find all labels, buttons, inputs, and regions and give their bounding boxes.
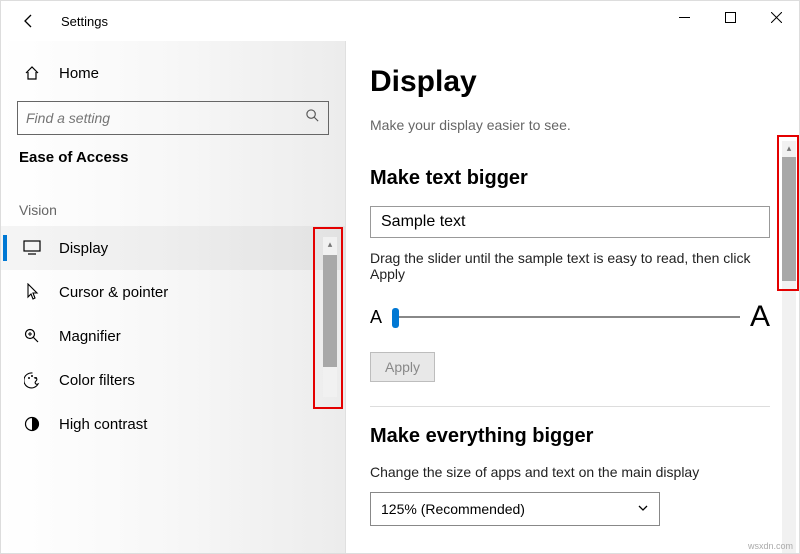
slider-instruction: Drag the slider until the sample text is… [370, 250, 770, 282]
annotation-sidebar-scrollbar [313, 227, 343, 409]
home-label: Home [59, 65, 99, 82]
sidebar-item-label: Cursor & pointer [59, 284, 168, 301]
sidebar-item-label: Display [59, 240, 108, 257]
section-title-everything-bigger: Make everything bigger [370, 425, 771, 448]
apply-button[interactable]: Apply [370, 352, 435, 382]
sidebar-item-magnifier[interactable]: Magnifier [1, 314, 345, 358]
home-icon [21, 65, 43, 81]
monitor-icon [21, 240, 43, 256]
slider-label-small: A [370, 307, 382, 328]
main-content: Display Make your display easier to see.… [346, 41, 799, 553]
close-button[interactable] [753, 1, 799, 33]
sidebar-item-label: Magnifier [59, 328, 121, 345]
window-title: Settings [61, 14, 108, 29]
sidebar-item-high-contrast[interactable]: High contrast [1, 402, 345, 446]
scale-dropdown[interactable]: 125% (Recommended) [370, 492, 660, 526]
window-controls [661, 1, 799, 33]
search-icon [305, 108, 320, 128]
palette-icon [21, 372, 43, 389]
page-subtitle: Make your display easier to see. [370, 117, 771, 133]
watermark: wsxdn.com [748, 541, 793, 551]
home-nav[interactable]: Home [1, 51, 345, 95]
section2-description: Change the size of apps and text on the … [370, 464, 771, 480]
annotation-main-scrollbar [777, 135, 799, 291]
sidebar-item-cursor[interactable]: Cursor & pointer [1, 270, 345, 314]
page-title: Display [370, 65, 771, 99]
chevron-down-icon [637, 501, 649, 517]
slider-track[interactable] [392, 316, 740, 318]
sidebar: Home Ease of Access Vision Display Curso… [1, 41, 346, 553]
contrast-icon [21, 416, 43, 432]
sidebar-item-label: Color filters [59, 372, 135, 389]
slider-thumb[interactable] [392, 308, 399, 328]
sample-text-preview: Sample text [370, 206, 770, 238]
maximize-button[interactable] [707, 1, 753, 33]
text-size-slider[interactable]: A A [370, 300, 770, 334]
cursor-icon [21, 283, 43, 301]
dropdown-value: 125% (Recommended) [381, 501, 525, 517]
section-heading-vision: Vision [1, 202, 345, 218]
search-box[interactable] [17, 101, 329, 135]
search-input[interactable] [26, 110, 305, 126]
divider [370, 406, 770, 407]
magnifier-icon [21, 328, 43, 344]
slider-label-big: A [750, 300, 770, 334]
back-button[interactable] [15, 7, 43, 35]
section-title-text-bigger: Make text bigger [370, 167, 771, 190]
minimize-button[interactable] [661, 1, 707, 33]
sidebar-item-label: High contrast [59, 416, 147, 433]
category-heading: Ease of Access [1, 149, 345, 166]
sidebar-item-color-filters[interactable]: Color filters [1, 358, 345, 402]
sidebar-item-display[interactable]: Display [1, 226, 345, 270]
